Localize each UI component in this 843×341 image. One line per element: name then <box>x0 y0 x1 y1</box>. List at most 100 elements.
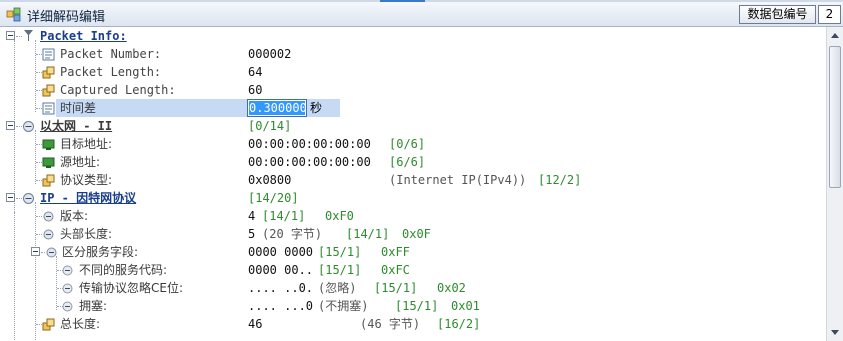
protocol-section-icon <box>62 265 73 276</box>
packet-number-field-value: 000002 <box>248 47 292 61</box>
packet-length-value: 64 <box>248 65 263 79</box>
collapse-icon[interactable] <box>6 31 15 40</box>
network-address-icon <box>42 139 55 150</box>
ip-version-label: 版本: <box>60 209 89 223</box>
tree-row-ect[interactable]: 传输协议忽略CE位: .... ..0. (忽略) [15/1] 0x02 <box>0 279 826 297</box>
field-icon <box>42 84 55 97</box>
ect-desc: (忽略) <box>318 281 357 295</box>
dest-address-offset: [0/6] <box>389 137 426 151</box>
ip-version-value: 4 <box>248 209 256 223</box>
packet-number-button[interactable]: 数据包编号 <box>739 5 816 24</box>
captured-length-label: Captured Length: <box>60 83 176 97</box>
field-icon <box>42 48 55 61</box>
packet-info-label: Packet Info: <box>40 29 127 43</box>
dest-address-label: 目标地址: <box>60 137 113 151</box>
tree-row-ce[interactable]: 拥塞: .... ...0 (不拥塞) [15/1] 0x01 <box>0 297 826 315</box>
tree-node-packet-info[interactable]: Packet Info: <box>0 27 826 45</box>
total-length-label: 总长度: <box>60 317 101 331</box>
time-delta-edit-text[interactable]: 0.300000 <box>249 101 305 115</box>
tree-row-packet-length[interactable]: Packet Length: 64 <box>0 63 826 81</box>
dsf-value: 0000 0000 <box>248 245 314 259</box>
ip-label: IP - 因特网协议 <box>40 191 137 205</box>
src-address-value: 00:00:00:00:00:00 <box>248 155 371 169</box>
collapse-icon[interactable] <box>6 193 15 202</box>
total-length-desc: (46 字节) <box>360 317 421 331</box>
field-icon <box>42 66 55 79</box>
decode-tree: Packet Info: Packet Number: 000002 Packe… <box>0 27 826 341</box>
header-length-offset: [14/1] <box>346 227 390 241</box>
tree-node-ip[interactable]: IP - 因特网协议 [14/20] <box>0 189 826 207</box>
ect-hex: 0x02 <box>437 281 466 295</box>
packet-decode-icon <box>6 7 21 22</box>
field-icon <box>42 174 55 187</box>
packet-number-label: Packet Number: <box>60 47 162 61</box>
ce-label: 拥塞: <box>79 299 108 313</box>
title-accent-line <box>0 0 843 2</box>
protocol-section-icon <box>23 193 34 204</box>
total-length-value: 46 <box>248 317 263 331</box>
scroll-down-icon[interactable] <box>827 324 843 341</box>
time-delta-unit: 秒 <box>310 101 323 115</box>
tree-row-protocol-type[interactable]: 协议类型: 0x0800 (Internet IP(IPv4)) [12/2] <box>0 171 826 189</box>
header-length-label: 头部长度: <box>60 227 113 241</box>
dscp-label: 不同的服务代码: <box>79 263 168 277</box>
ethernet-label: 以太网 - II <box>40 119 113 133</box>
panel-titlebar: 详细解码编辑 数据包编号 2 <box>0 0 843 27</box>
ect-label: 传输协议忽略CE位: <box>79 281 184 295</box>
scroll-thumb[interactable] <box>829 46 841 188</box>
field-icon <box>42 318 55 331</box>
protocol-section-icon <box>46 247 57 258</box>
ce-value: .... ...0 <box>248 299 314 313</box>
total-length-offset: [16/2] <box>437 317 481 331</box>
tree-row-dsf[interactable]: 区分服务字段: 0000 0000 [15/1] 0xFF <box>0 243 826 261</box>
src-address-label: 源地址: <box>60 155 101 169</box>
packet-number-value[interactable]: 2 <box>818 5 841 24</box>
collapse-icon[interactable] <box>31 247 40 256</box>
src-address-offset: [6/6] <box>389 155 426 169</box>
tree-row-dscp[interactable]: 不同的服务代码: 0000 00.. [15/1] 0xFC <box>0 261 826 279</box>
panel-title: 详细解码编辑 <box>27 10 106 25</box>
scroll-up-icon[interactable] <box>827 27 843 44</box>
tree-row-ip-version[interactable]: 版本: 4 [14/1] 0xF0 <box>0 207 826 225</box>
dsf-offset: [15/1] <box>318 245 362 259</box>
ect-value: .... ..0. <box>248 281 314 295</box>
ip-version-offset: [14/1] <box>262 209 306 223</box>
ip-offset: [14/20] <box>248 191 299 205</box>
tree-row-captured-length[interactable]: Captured Length: 60 <box>0 81 826 99</box>
protocol-section-icon <box>43 229 54 240</box>
collapse-icon[interactable] <box>6 121 15 130</box>
protocol-type-label: 协议类型: <box>60 173 113 187</box>
ect-offset: [15/1] <box>374 281 418 295</box>
header-length-hex: 0x0F <box>402 227 431 241</box>
tree-row-total-length[interactable]: 总长度: 46 (46 字节) [16/2] <box>0 315 826 333</box>
protocol-section-icon <box>62 283 73 294</box>
protocol-type-offset: [12/2] <box>538 173 582 187</box>
protocol-section-icon <box>23 121 34 132</box>
header-length-value: 5 <box>248 227 256 241</box>
tree-node-ethernet[interactable]: 以太网 - II [0/14] <box>0 117 826 135</box>
dscp-offset: [15/1] <box>318 263 362 277</box>
dsf-hex: 0xFF <box>381 245 410 259</box>
packet-info-icon <box>24 30 33 41</box>
tree-row-packet-number[interactable]: Packet Number: 000002 <box>0 45 826 63</box>
time-delta-label: 时间差 <box>58 100 99 116</box>
time-delta-edit-field[interactable]: 0.300000 <box>247 99 307 117</box>
protocol-type-value: 0x0800 <box>248 173 292 187</box>
captured-length-value: 60 <box>248 83 263 97</box>
ce-hex: 0x01 <box>451 299 480 313</box>
network-address-icon <box>42 157 55 168</box>
ethernet-offset: [0/14] <box>248 119 292 133</box>
tree-row-time-delta[interactable]: 时间差 0.300000 秒 <box>0 99 826 117</box>
vertical-scrollbar[interactable] <box>826 27 843 341</box>
dscp-hex: 0xFC <box>381 263 410 277</box>
ip-version-hex: 0xF0 <box>325 209 354 223</box>
dsf-label: 区分服务字段: <box>62 245 139 259</box>
header-length-desc: (20 字节) <box>262 227 323 241</box>
tree-row-header-length[interactable]: 头部长度: 5 (20 字节) [14/1] 0x0F <box>0 225 826 243</box>
protocol-type-desc: (Internet IP(IPv4)) <box>389 173 527 187</box>
protocol-section-icon <box>62 301 73 312</box>
protocol-section-icon <box>43 211 54 222</box>
tree-row-dest-address[interactable]: 目标地址: 00:00:00:00:00:00 [0/6] <box>0 135 826 153</box>
ce-offset: [15/1] <box>395 299 439 313</box>
tree-row-src-address[interactable]: 源地址: 00:00:00:00:00:00 [6/6] <box>0 153 826 171</box>
